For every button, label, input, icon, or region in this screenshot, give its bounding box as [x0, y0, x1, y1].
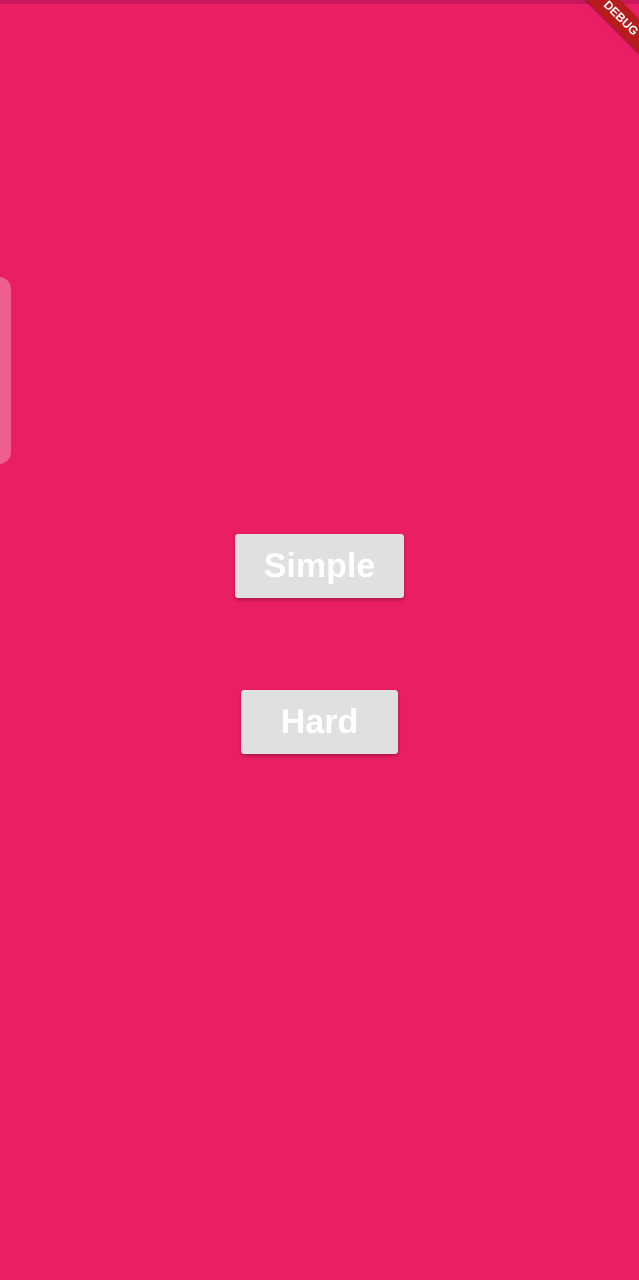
status-bar [0, 0, 639, 4]
simple-button[interactable]: Simple [235, 534, 404, 598]
debug-banner-label: DEBUG [579, 0, 639, 60]
simple-button-label: Simple [263, 546, 376, 585]
hard-button-label: Hard [280, 702, 359, 741]
debug-banner: DEBUG [579, 0, 639, 60]
side-panel-handle[interactable] [0, 277, 11, 464]
hard-button[interactable]: Hard [241, 690, 398, 754]
